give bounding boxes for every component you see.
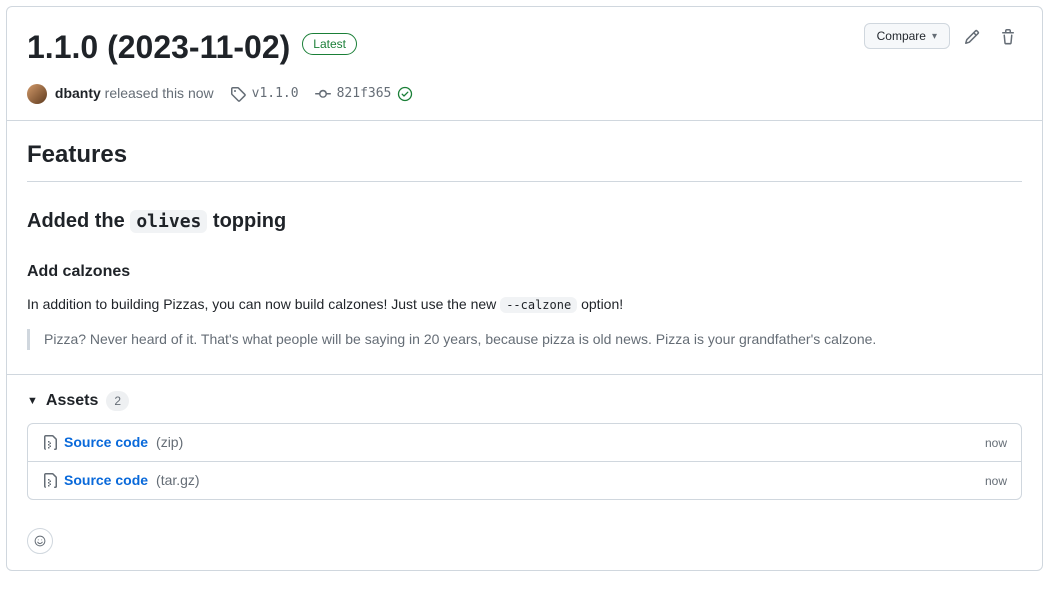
- commit-sha: 821f365: [337, 84, 392, 104]
- trash-icon: [1000, 29, 1016, 45]
- author-group: dbanty released this now: [27, 83, 214, 104]
- assets-section: ▼ Assets 2 Source code (zip) now Source …: [7, 374, 1042, 516]
- pencil-icon: [964, 29, 980, 45]
- release-meta: dbanty released this now v1.1.0 821f365: [7, 71, 1042, 121]
- asset-link-targz[interactable]: Source code (tar.gz): [42, 470, 200, 491]
- delete-button[interactable]: [994, 23, 1022, 51]
- avatar[interactable]: [27, 84, 47, 104]
- file-zip-icon: [42, 435, 58, 451]
- assets-count-badge: 2: [106, 391, 129, 411]
- disclosure-triangle-icon: ▼: [27, 393, 38, 410]
- release-body: Features Added the olives topping Add ca…: [7, 121, 1042, 374]
- compare-button[interactable]: Compare ▾: [864, 23, 950, 49]
- asset-time: now: [985, 434, 1007, 452]
- edit-button[interactable]: [958, 23, 986, 51]
- tag-name: v1.1.0: [252, 84, 299, 104]
- add-reaction-button[interactable]: [27, 528, 53, 554]
- calzones-paragraph: In addition to building Pizzas, you can …: [27, 294, 1022, 315]
- commit-icon: [315, 86, 331, 102]
- release-header: 1.1.0 (2023-11-02) Latest Compare ▾: [7, 7, 1042, 71]
- asset-ext: (tar.gz): [156, 470, 200, 491]
- asset-name: Source code: [64, 432, 148, 453]
- feature-calzones-heading: Add calzones: [27, 260, 1022, 284]
- smiley-icon: [34, 533, 46, 549]
- caret-down-icon: ▾: [932, 31, 937, 42]
- asset-time: now: [985, 472, 1007, 490]
- assets-list: Source code (zip) now Source code (tar.g…: [27, 423, 1022, 500]
- compare-label: Compare: [877, 29, 926, 43]
- asset-link-zip[interactable]: Source code (zip): [42, 432, 183, 453]
- commit-group[interactable]: 821f365: [315, 84, 414, 104]
- feature-olives-heading: Added the olives topping: [27, 206, 1022, 236]
- release-card: 1.1.0 (2023-11-02) Latest Compare ▾ dban…: [6, 6, 1043, 571]
- asset-row: Source code (tar.gz) now: [28, 461, 1021, 499]
- asset-row: Source code (zip) now: [28, 424, 1021, 461]
- assets-toggle[interactable]: ▼ Assets 2: [27, 375, 1022, 423]
- tag-group[interactable]: v1.1.0: [230, 84, 299, 104]
- calzones-quote: Pizza? Never heard of it. That's what pe…: [27, 329, 1022, 350]
- release-title: 1.1.0 (2023-11-02): [27, 23, 290, 71]
- file-zip-icon: [42, 473, 58, 489]
- tag-icon: [230, 86, 246, 102]
- latest-badge: Latest: [302, 33, 357, 55]
- author-link[interactable]: dbanty: [55, 85, 101, 101]
- released-text: released this now: [105, 85, 214, 101]
- asset-ext: (zip): [156, 432, 183, 453]
- verified-icon: [397, 86, 413, 102]
- assets-heading: Assets: [46, 389, 98, 413]
- features-heading: Features: [27, 137, 1022, 182]
- asset-name: Source code: [64, 470, 148, 491]
